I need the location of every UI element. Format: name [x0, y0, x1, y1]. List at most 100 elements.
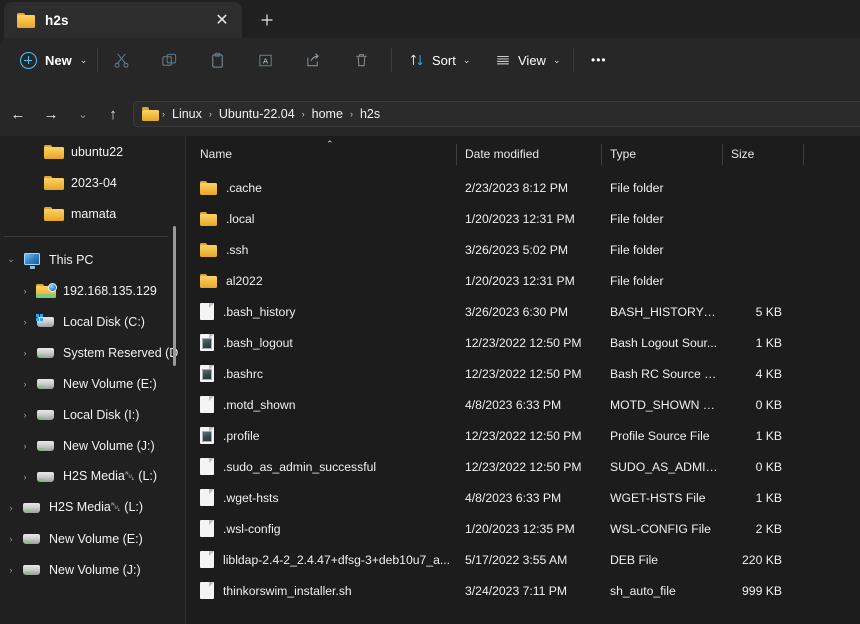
sidebar-item-label: New Volume (J:): [63, 439, 155, 453]
file-name-cell[interactable]: .motd_shown: [200, 396, 296, 413]
new-button[interactable]: New ⌄: [12, 44, 95, 76]
chevron-right-icon[interactable]: [22, 198, 44, 229]
drive-icon: [36, 344, 56, 361]
file-name-cell[interactable]: libldap-2.4-2_2.4.47+dfsg-3+deb10u7_a...: [200, 551, 450, 568]
rename-button[interactable]: A: [251, 46, 279, 74]
chevron-right-icon[interactable]: ›: [0, 523, 22, 554]
breadcrumb-item-home[interactable]: home: [306, 102, 349, 126]
cut-button[interactable]: [107, 46, 135, 74]
share-button[interactable]: [299, 46, 327, 74]
column-separator[interactable]: [803, 144, 804, 165]
table-row[interactable]: .bashrc12/23/2022 12:50 PMBash RC Source…: [186, 358, 860, 389]
chevron-down-icon[interactable]: ⌄: [0, 244, 22, 275]
table-row[interactable]: .wsl-config1/20/2023 12:35 PMWSL-CONFIG …: [186, 513, 860, 544]
table-row[interactable]: .sudo_as_admin_successful12/23/2022 12:5…: [186, 451, 860, 482]
table-row[interactable]: .bash_logout12/23/2022 12:50 PMBash Logo…: [186, 327, 860, 358]
close-icon[interactable]: ✕: [214, 12, 230, 28]
date-modified-cell: 4/8/2023 6:33 PM: [465, 491, 561, 505]
copy-button[interactable]: [155, 46, 183, 74]
table-row[interactable]: .ssh3/26/2023 5:02 PMFile folder: [186, 234, 860, 265]
table-row[interactable]: .local1/20/2023 12:31 PMFile folder: [186, 203, 860, 234]
sidebar-item-new-volume-j-[interactable]: › New Volume (J:): [0, 430, 178, 461]
chevron-right-icon[interactable]: ›: [14, 461, 36, 492]
toolbar-divider: [97, 48, 98, 72]
chevron-right-icon[interactable]: ›: [14, 275, 36, 306]
chevron-right-icon[interactable]: ›: [14, 430, 36, 461]
column-header-name[interactable]: Name: [200, 136, 232, 172]
file-name-cell[interactable]: .bashrc: [200, 365, 263, 382]
sidebar-item-local-disk-c-[interactable]: ›Local Disk (C:): [0, 306, 178, 337]
file-name-cell[interactable]: .bash_history: [200, 303, 296, 320]
chevron-right-icon[interactable]: ›: [14, 368, 36, 399]
table-row[interactable]: .bash_history3/26/2023 6:30 PMBASH_HISTO…: [186, 296, 860, 327]
column-separator[interactable]: [456, 144, 457, 165]
sort-button[interactable]: Sort ⌄: [401, 44, 478, 76]
tab-h2s[interactable]: h2s ✕: [4, 2, 242, 38]
sidebar-scrollbar[interactable]: [173, 226, 176, 366]
new-tab-button[interactable]: [252, 7, 282, 33]
sidebar-item-h2s-media-l-[interactable]: ›H2S Media␀ (L:): [0, 492, 178, 523]
ellipsis-icon: •••: [591, 53, 607, 67]
back-button[interactable]: ←: [5, 102, 31, 126]
column-header-type[interactable]: Type: [610, 136, 636, 172]
sidebar-item-new-volume-j-[interactable]: ›New Volume (J:): [0, 554, 178, 585]
file-name-cell[interactable]: .local: [200, 212, 254, 226]
type-cell: Profile Source File: [610, 429, 710, 443]
file-name-cell[interactable]: .profile: [200, 427, 260, 444]
chevron-right-icon[interactable]: ›: [0, 554, 22, 585]
file-name-cell[interactable]: .sudo_as_admin_successful: [200, 458, 376, 475]
table-row[interactable]: al20221/20/2023 12:31 PMFile folder: [186, 265, 860, 296]
sidebar-item-local-disk-i-[interactable]: ›Local Disk (I:): [0, 399, 178, 430]
chevron-right-icon[interactable]: ›: [0, 492, 22, 523]
file-name-cell[interactable]: thinkorswim_installer.sh: [200, 582, 352, 599]
recent-locations-button[interactable]: ⌄: [70, 102, 96, 126]
column-separator[interactable]: [722, 144, 723, 165]
script-file-icon: [200, 427, 214, 444]
breadcrumb-item-linux[interactable]: Linux: [166, 102, 208, 126]
chevron-right-icon[interactable]: ›: [14, 399, 36, 430]
breadcrumb-item-h2s[interactable]: h2s: [354, 102, 386, 126]
view-button[interactable]: View ⌄: [487, 44, 569, 76]
breadcrumb-item-ubuntu[interactable]: Ubuntu-22.04: [213, 102, 301, 126]
sidebar-item-192-168-135-129[interactable]: ›192.168.135.129: [0, 275, 178, 306]
chevron-right-icon[interactable]: ›: [14, 306, 36, 337]
view-label: View: [518, 53, 546, 68]
sidebar-item-2023-04[interactable]: 2023-04: [0, 167, 178, 198]
sidebar-item-new-volume-e-[interactable]: ›New Volume (E:): [0, 523, 178, 554]
column-header-date-modified[interactable]: Date modified: [465, 136, 539, 172]
table-row[interactable]: .wget-hsts4/8/2023 6:33 PMWGET-HSTS File…: [186, 482, 860, 513]
type-cell: WSL-CONFIG File: [610, 522, 711, 536]
file-name-cell[interactable]: .wget-hsts: [200, 489, 279, 506]
column-separator[interactable]: [601, 144, 602, 165]
column-header-size[interactable]: Size: [731, 136, 754, 172]
delete-button[interactable]: [347, 46, 375, 74]
file-name-cell[interactable]: .wsl-config: [200, 520, 281, 537]
table-row[interactable]: .profile12/23/2022 12:50 PMProfile Sourc…: [186, 420, 860, 451]
chevron-right-icon[interactable]: [22, 136, 44, 167]
file-list-pane[interactable]: Name ⌃ Date modified Type Size .cache2/2…: [186, 136, 860, 624]
size-cell: 2 KB: [706, 522, 782, 536]
forward-button[interactable]: →: [38, 102, 64, 126]
sidebar-item-system-reserved-d-[interactable]: ›System Reserved (D:): [0, 337, 178, 368]
file-name-cell[interactable]: .bash_logout: [200, 334, 293, 351]
chevron-right-icon[interactable]: ›: [14, 337, 36, 368]
paste-button[interactable]: [203, 46, 231, 74]
sidebar-item-h2s-media-l-[interactable]: ›H2S Media␀ (L:): [0, 461, 178, 492]
file-name-cell[interactable]: .cache: [200, 181, 262, 195]
type-cell: Bash RC Source File: [610, 367, 718, 381]
table-row[interactable]: .cache2/23/2023 8:12 PMFile folder: [186, 172, 860, 203]
table-row[interactable]: thinkorswim_installer.sh3/24/2023 7:11 P…: [186, 575, 860, 606]
sidebar-item-mamata[interactable]: mamata: [0, 198, 178, 229]
file-name-cell[interactable]: al2022: [200, 274, 263, 288]
up-button[interactable]: ↑: [100, 102, 126, 126]
see-more-button[interactable]: •••: [583, 44, 615, 76]
chevron-right-icon[interactable]: [22, 167, 44, 198]
breadcrumb[interactable]: › Linux › Ubuntu-22.04 › home › h2s: [133, 101, 860, 127]
navigation-pane[interactable]: ubuntu222023-04mamata ⌄This PC ›192.168.…: [0, 136, 178, 624]
sidebar-item-new-volume-e-[interactable]: ›New Volume (E:): [0, 368, 178, 399]
sidebar-item-this-pc[interactable]: ⌄This PC: [0, 244, 178, 275]
file-name-cell[interactable]: .ssh: [200, 243, 248, 257]
sidebar-item-ubuntu22[interactable]: ubuntu22: [0, 136, 178, 167]
table-row[interactable]: .motd_shown4/8/2023 6:33 PMMOTD_SHOWN Fi…: [186, 389, 860, 420]
table-row[interactable]: libldap-2.4-2_2.4.47+dfsg-3+deb10u7_a...…: [186, 544, 860, 575]
